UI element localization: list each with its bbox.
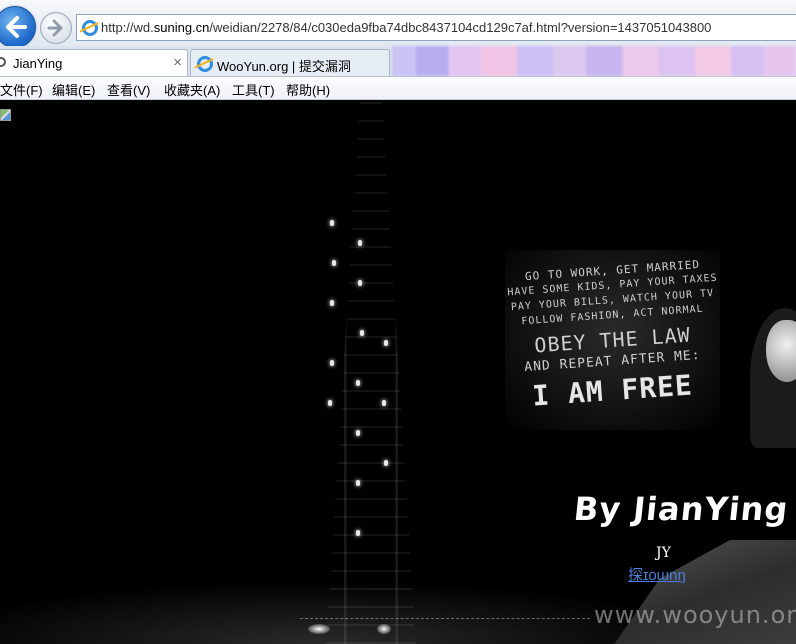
ie-tab-icon bbox=[197, 56, 213, 72]
menu-help[interactable]: 帮助(H) bbox=[286, 80, 330, 99]
menu-edit[interactable]: 编辑(E) bbox=[52, 80, 95, 99]
menu-file[interactable]: 文件(F) bbox=[0, 80, 43, 99]
forward-button[interactable] bbox=[40, 12, 72, 44]
tab-jianying[interactable]: JianYing × bbox=[0, 49, 188, 76]
menu-favorites[interactable]: 收藏夹(A) bbox=[164, 80, 220, 99]
url-field[interactable]: http://wd.suning.cn/weidian/2278/84/c030… bbox=[76, 14, 796, 41]
close-icon[interactable]: × bbox=[173, 54, 182, 71]
ie-page-icon bbox=[82, 20, 98, 36]
subtitle: JY bbox=[656, 545, 671, 561]
tower-light bbox=[330, 360, 334, 366]
tower-light bbox=[330, 300, 334, 306]
tab-wooyun[interactable]: WooYun.org | 提交漏洞 bbox=[190, 49, 390, 76]
tower-light bbox=[384, 340, 388, 346]
dotted-divider bbox=[300, 618, 590, 619]
tower-light bbox=[356, 530, 360, 536]
tab-label: JianYing bbox=[13, 56, 63, 71]
tower-silhouette bbox=[326, 100, 416, 644]
tab-bar: JianYing × WooYun.org | 提交漏洞 bbox=[0, 46, 796, 77]
tower-light bbox=[384, 460, 388, 466]
menu-view[interactable]: 查看(V) bbox=[107, 80, 150, 99]
address-bar-row: http://wd.suning.cn/weidian/2278/84/c030… bbox=[0, 0, 796, 48]
tower-light bbox=[356, 380, 360, 386]
tower-light bbox=[382, 400, 386, 406]
tab-label: WooYun.org | 提交漏洞 bbox=[217, 59, 351, 74]
broken-image-icon bbox=[0, 109, 11, 121]
tower-light bbox=[328, 400, 332, 406]
page-link[interactable]: 探ɪoɯnŋ bbox=[628, 564, 686, 585]
light-glow bbox=[308, 624, 330, 634]
page-content: GO TO WORK, GET MARRIED HAVE SOME KIDS, … bbox=[0, 100, 796, 644]
page-title: By JianYing bbox=[572, 490, 791, 528]
watermark: www.wooyun.org bbox=[594, 601, 796, 629]
light-glow bbox=[377, 624, 391, 634]
tower-light bbox=[358, 280, 362, 286]
url-text: http://wd.suning.cn/weidian/2278/84/c030… bbox=[101, 20, 712, 35]
arrow-left-icon bbox=[6, 16, 27, 38]
tower-light bbox=[356, 480, 360, 486]
loading-icon bbox=[0, 57, 6, 67]
anonymous-mask-figure bbox=[750, 308, 796, 450]
blurred-region bbox=[392, 46, 796, 76]
poster-text-block: GO TO WORK, GET MARRIED HAVE SOME KIDS, … bbox=[505, 250, 720, 430]
tower-light bbox=[360, 330, 364, 336]
tower-light bbox=[356, 430, 360, 436]
tower-light bbox=[330, 220, 334, 226]
menu-tools[interactable]: 工具(T) bbox=[232, 80, 275, 99]
tower-light bbox=[358, 240, 362, 246]
tower-light bbox=[332, 260, 336, 266]
back-button[interactable] bbox=[0, 6, 36, 48]
arrow-right-icon bbox=[47, 19, 63, 37]
menu-bar: 文件(F) 编辑(E) 查看(V) 收藏夹(A) 工具(T) 帮助(H) bbox=[0, 77, 796, 100]
